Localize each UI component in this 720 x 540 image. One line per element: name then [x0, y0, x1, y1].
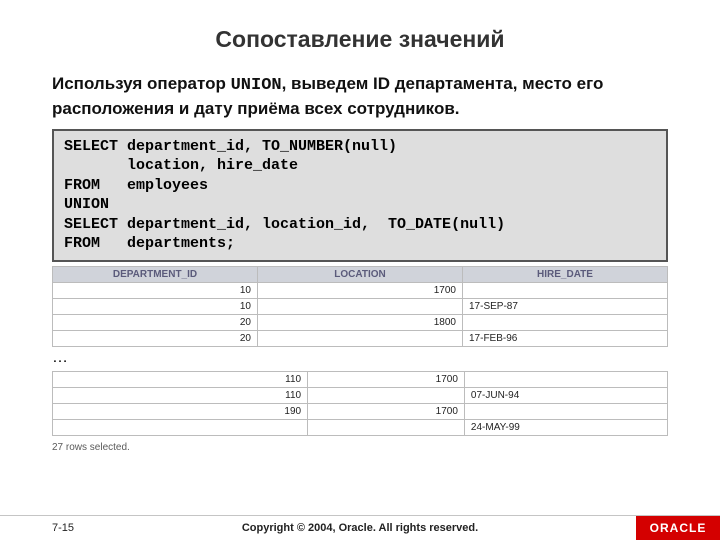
cell-hire: 17-SEP-87	[463, 298, 668, 314]
table-row: 110 07-JUN-94	[53, 387, 668, 403]
cell-dept: 110	[53, 387, 308, 403]
col-header-loc: LOCATION	[258, 266, 463, 282]
cell-loc: 1700	[308, 403, 465, 419]
slide-title: Сопоставление значений	[52, 26, 668, 53]
cell-dept: 10	[53, 282, 258, 298]
table-row: 24-MAY-99	[53, 419, 668, 435]
col-header-hire: HIRE_DATE	[463, 266, 668, 282]
table-row: 20 17-FEB-96	[53, 330, 668, 346]
row-count-label: 27 rows selected.	[52, 442, 668, 453]
footer: 7-15 Copyright © 2004, Oracle. All right…	[0, 516, 720, 540]
table-row: 201800	[53, 314, 668, 330]
cell-hire	[463, 282, 668, 298]
cell-hire: 17-FEB-96	[463, 330, 668, 346]
cell-loc	[308, 387, 465, 403]
result-table-top: DEPARTMENT_ID LOCATION HIRE_DATE 1017001…	[52, 266, 668, 347]
table-row: 1901700	[53, 403, 668, 419]
table-header-row: DEPARTMENT_ID LOCATION HIRE_DATE	[53, 266, 668, 282]
cell-hire: 07-JUN-94	[464, 387, 667, 403]
cell-loc: 1700	[258, 282, 463, 298]
cell-loc	[258, 298, 463, 314]
cell-dept	[53, 419, 308, 435]
intro-text: Используя оператор UNION, выведем ID деп…	[52, 73, 668, 121]
cell-hire	[464, 403, 667, 419]
cell-dept: 10	[53, 298, 258, 314]
cell-loc: 1800	[258, 314, 463, 330]
cell-loc	[308, 419, 465, 435]
copyright-text: Copyright © 2004, Oracle. All rights res…	[0, 522, 720, 534]
table-row: 101700	[53, 282, 668, 298]
cell-hire	[464, 371, 667, 387]
cell-dept: 20	[53, 330, 258, 346]
table-row: 1101700	[53, 371, 668, 387]
table-row: 10 17-SEP-87	[53, 298, 668, 314]
oracle-logo: ORACLE	[636, 516, 720, 540]
col-header-dept: DEPARTMENT_ID	[53, 266, 258, 282]
cell-dept: 20	[53, 314, 258, 330]
ellipsis: …	[52, 349, 668, 367]
cell-hire	[463, 314, 668, 330]
cell-hire: 24-MAY-99	[464, 419, 667, 435]
sql-code-block: SELECT department_id, TO_NUMBER(null) lo…	[52, 129, 668, 262]
cell-dept: 110	[53, 371, 308, 387]
cell-loc	[258, 330, 463, 346]
cell-dept: 190	[53, 403, 308, 419]
page-number: 7-15	[52, 522, 74, 534]
cell-loc: 1700	[308, 371, 465, 387]
result-table-bottom: 110170011007-JUN-94190170024-MAY-99	[52, 371, 668, 436]
